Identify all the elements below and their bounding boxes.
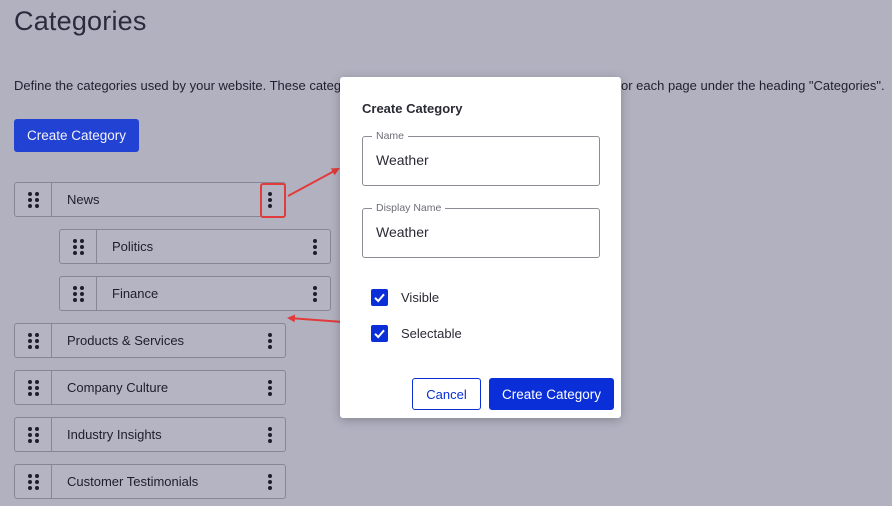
visible-checkbox-row[interactable]: Visible — [371, 289, 439, 306]
arrow-to-new-row — [287, 314, 344, 323]
selectable-checkbox[interactable] — [371, 325, 388, 342]
visible-checkbox[interactable] — [371, 289, 388, 306]
dialog-title: Create Category — [362, 101, 463, 116]
check-icon — [374, 329, 385, 339]
name-field-label: Name — [372, 130, 409, 142]
display-name-input[interactable] — [376, 224, 586, 240]
selectable-checkbox-row[interactable]: Selectable — [371, 325, 462, 342]
arrow-to-modal — [287, 168, 340, 197]
name-input[interactable] — [376, 152, 586, 168]
visible-label: Visible — [401, 290, 440, 305]
dialog-create-category-button[interactable]: Create Category — [489, 378, 614, 410]
name-field[interactable]: Name — [362, 130, 600, 186]
cancel-button[interactable]: Cancel — [412, 378, 481, 410]
create-category-dialog: Create Category Name Display Name Visibl… — [340, 77, 621, 418]
selectable-label: Selectable — [401, 326, 462, 341]
check-icon — [374, 293, 385, 303]
display-name-field-label: Display Name — [372, 202, 446, 214]
display-name-field[interactable]: Display Name — [362, 202, 600, 258]
